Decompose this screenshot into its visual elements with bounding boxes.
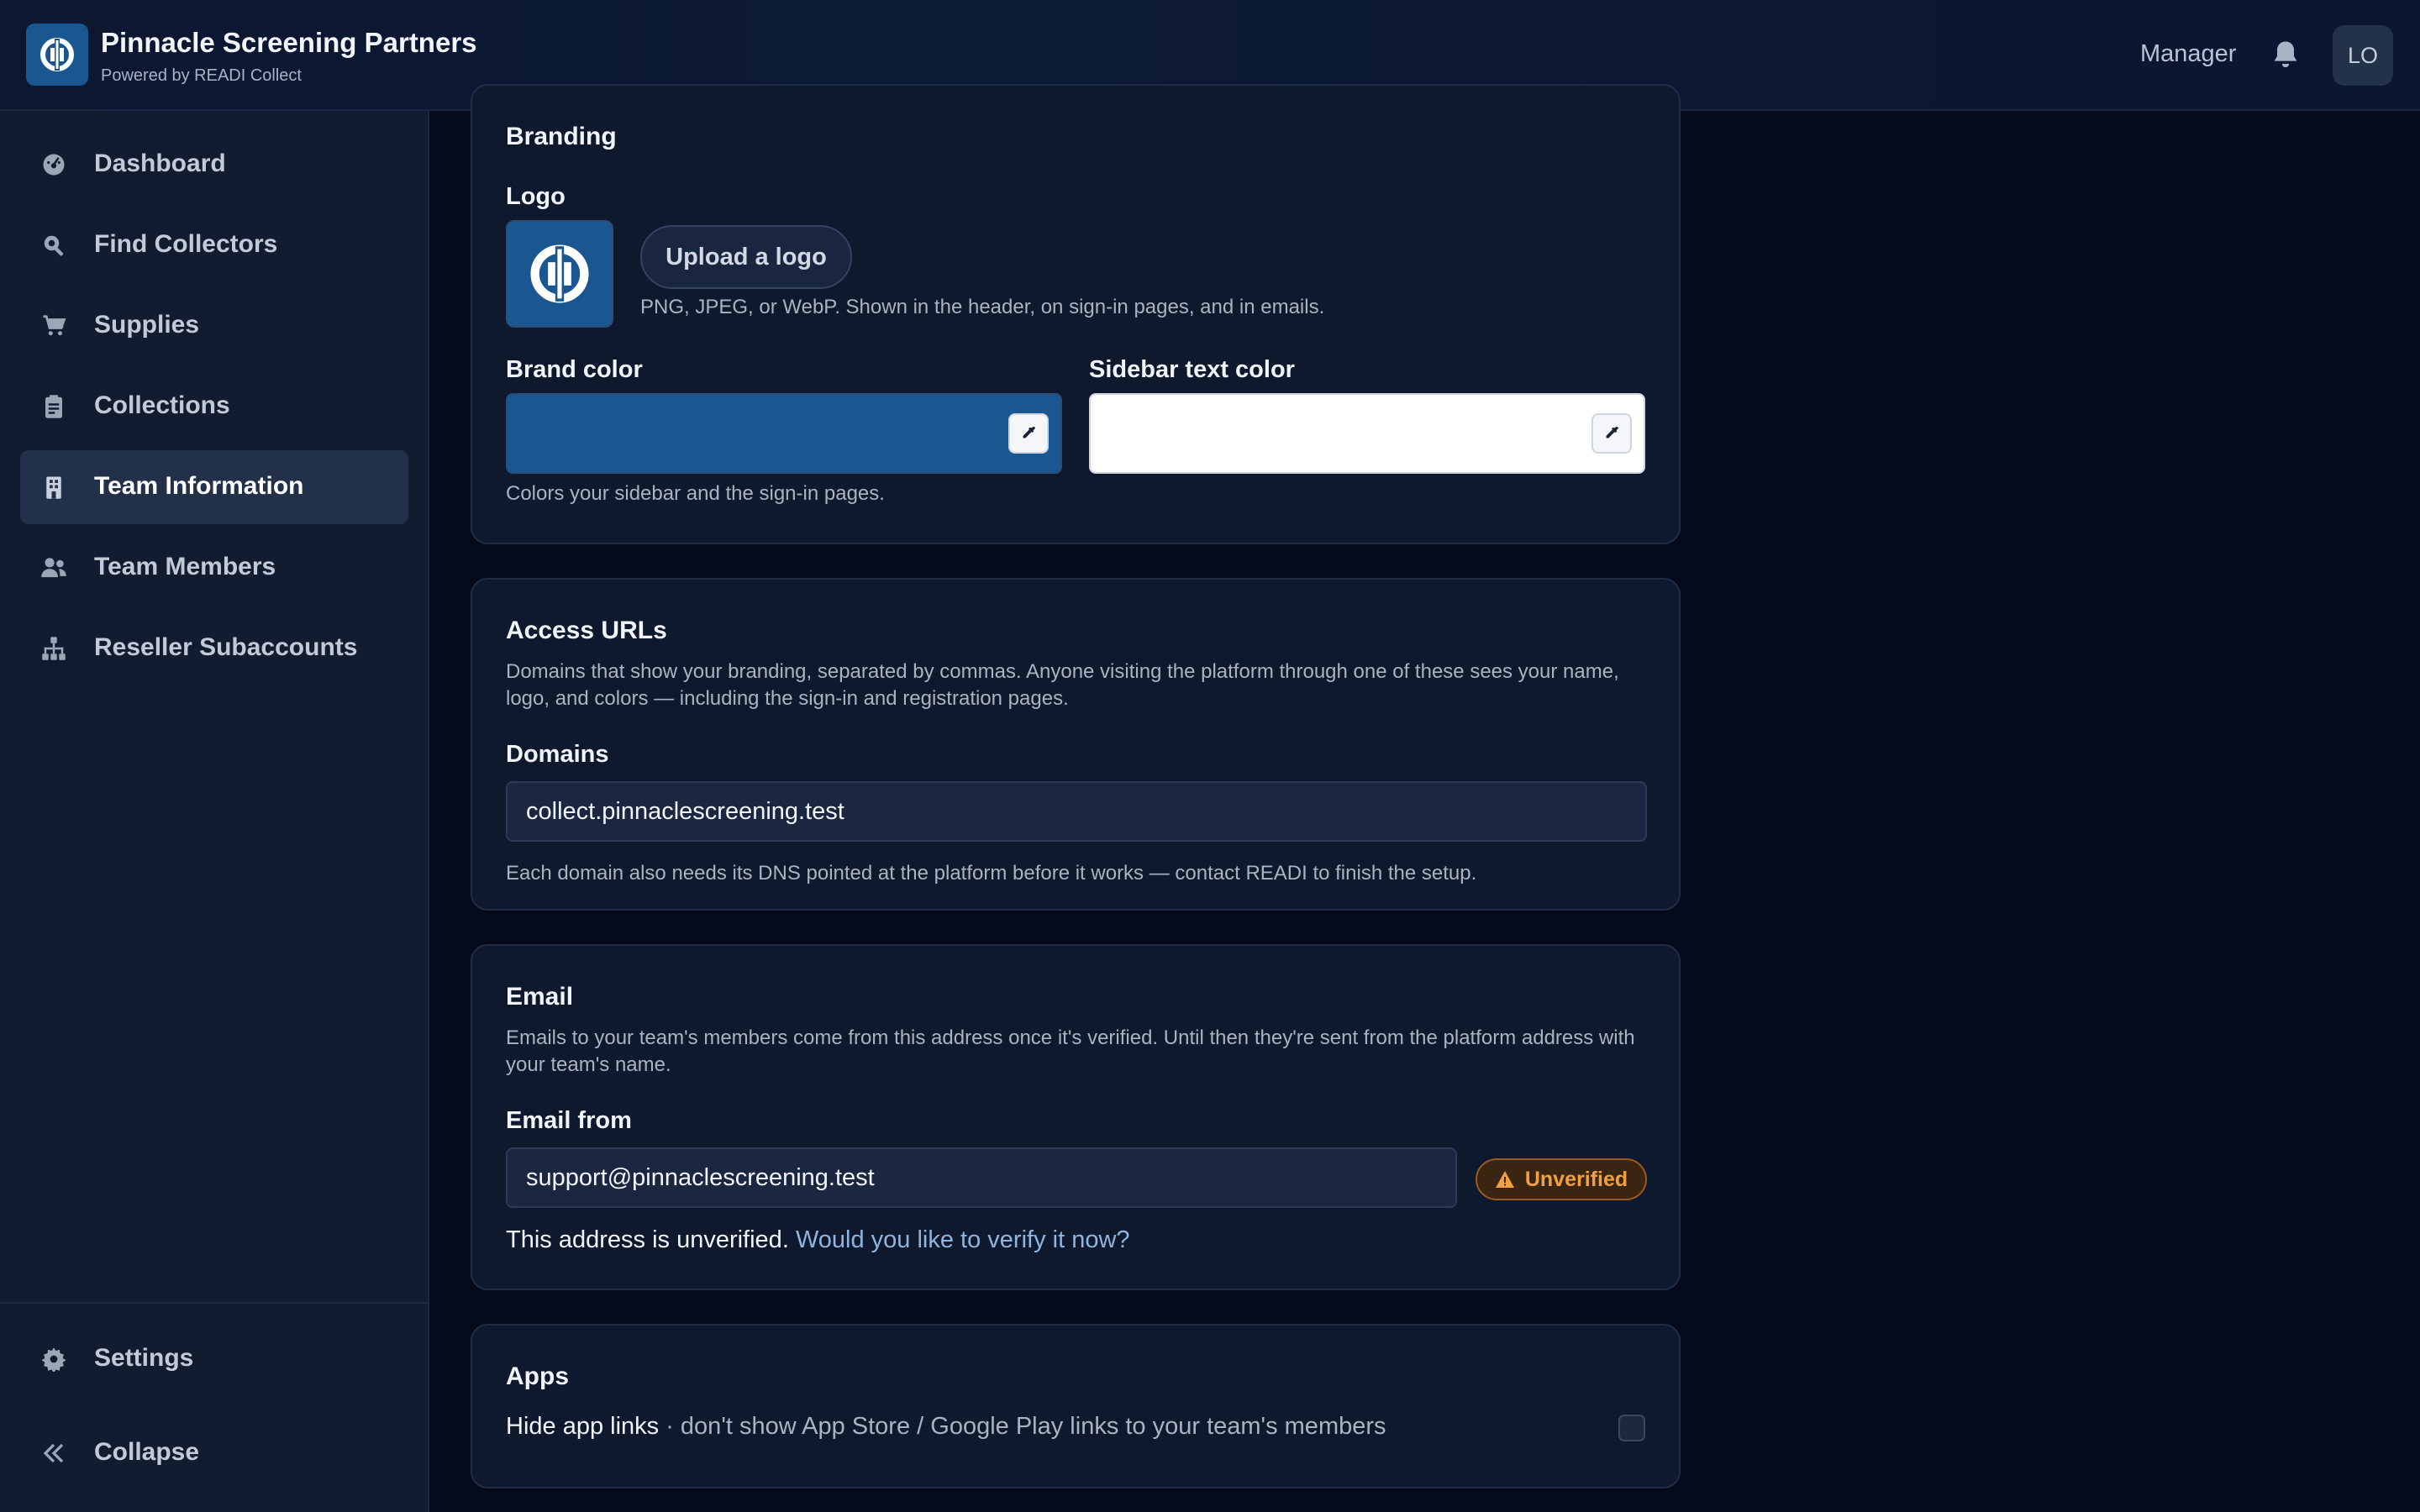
domains-input[interactable]: collect.pinnaclescreening.test — [506, 781, 1647, 842]
sidebar-text-color-field[interactable] — [1089, 393, 1645, 474]
brand-color-field[interactable] — [506, 393, 1062, 474]
email-from-input[interactable]: support@pinnaclescreening.test — [506, 1147, 1457, 1208]
sidebar: Dashboard Find Collectors Supplies Colle… — [0, 111, 429, 1512]
brand-logo[interactable] — [26, 24, 88, 86]
status-badge: Unverified — [1476, 1158, 1647, 1200]
sidebar-item-dashboard[interactable]: Dashboard — [20, 128, 408, 202]
email-description: Emails to your team's members come from … — [506, 1026, 1635, 1076]
gear-icon — [40, 1346, 67, 1373]
sidebar-item-label: Collections — [94, 391, 230, 419]
status-badge-label: Unverified — [1524, 1167, 1628, 1191]
access-urls-title: Access URLs — [506, 617, 667, 644]
avatar[interactable]: LO — [2333, 25, 2393, 86]
search-icon — [40, 232, 67, 259]
branding-card: Branding Logo Upload a logo PNG, JPEG, o… — [471, 84, 1681, 544]
upload-logo-button[interactable]: Upload a logo — [640, 225, 852, 289]
branding-title: Branding — [506, 123, 617, 150]
sidebar-item-label: Team Members — [94, 553, 276, 580]
sidebar-item-find-collectors[interactable]: Find Collectors — [20, 208, 408, 282]
sidebar-item-reseller-subaccounts[interactable]: Reseller Subaccounts — [20, 612, 408, 685]
sidebar-item-label: Team Information — [94, 472, 304, 500]
users-icon — [40, 554, 67, 581]
role-label[interactable]: Manager — [2140, 40, 2236, 68]
app-subtitle: Powered by READI Collect — [101, 66, 302, 85]
access-urls-description: Domains that show your branding, separat… — [506, 660, 1619, 710]
hide-app-links-row: Hide app links · don't show App Store / … — [506, 1413, 1386, 1441]
sidebar-text-color-label: Sidebar text color — [1089, 356, 1295, 383]
sidebar-item-supplies[interactable]: Supplies — [20, 289, 408, 363]
unverified-text: This address is unverified. — [506, 1226, 789, 1253]
clipboard-icon — [40, 393, 67, 420]
hide-app-links-checkbox[interactable] — [1618, 1415, 1645, 1441]
domains-label: Domains — [506, 741, 609, 768]
sidebar-collapse-button[interactable]: Collapse — [20, 1416, 408, 1490]
sidebar-item-settings[interactable]: Settings — [20, 1322, 408, 1396]
double-chevron-left-icon — [40, 1440, 67, 1467]
eyedropper-icon[interactable] — [1008, 413, 1049, 454]
email-title: Email — [506, 983, 574, 1011]
warning-icon — [1495, 1171, 1514, 1188]
cart-icon — [40, 312, 67, 339]
colors-help-text: Colors your sidebar and the sign-in page… — [506, 482, 885, 505]
gauge-icon — [40, 151, 67, 178]
brand-logo-icon — [530, 244, 589, 303]
email-from-label: Email from — [506, 1107, 632, 1134]
sidebar-item-label: Settings — [94, 1344, 194, 1372]
sidebar-item-label: Dashboard — [94, 150, 226, 177]
hide-app-links-description: · don't show App Store / Google Play lin… — [659, 1413, 1386, 1440]
hierarchy-icon — [40, 635, 67, 662]
logo-label: Logo — [506, 183, 566, 210]
apps-title: Apps — [506, 1362, 569, 1390]
building-icon — [40, 474, 67, 501]
logo-help-text: PNG, JPEG, or WebP. Shown in the header,… — [640, 296, 1325, 318]
brand-color-label: Brand color — [506, 356, 643, 383]
dns-help-text: Each domain also needs its DNS pointed a… — [506, 862, 1477, 885]
sidebar-item-team-information[interactable]: Team Information — [20, 450, 408, 524]
sidebar-item-label: Reseller Subaccounts — [94, 633, 358, 661]
eyedropper-icon[interactable] — [1591, 413, 1632, 454]
access-urls-card: Access URLs Domains that show your brand… — [471, 578, 1681, 911]
sidebar-divider — [0, 1302, 428, 1304]
sidebar-item-label: Collapse — [94, 1438, 200, 1466]
apps-card: Apps Hide app links · don't show App Sto… — [471, 1324, 1681, 1488]
app-title: Pinnacle Screening Partners — [101, 27, 477, 58]
sidebar-item-label: Find Collectors — [94, 230, 278, 258]
verify-line: This address is unverified. Would you li… — [506, 1226, 1130, 1254]
sidebar-item-label: Supplies — [94, 311, 200, 339]
verify-now-link[interactable]: Would you like to verify it now? — [796, 1226, 1130, 1253]
logo-preview — [506, 220, 613, 328]
email-card: Email Emails to your team's members come… — [471, 944, 1681, 1290]
bell-icon[interactable] — [2269, 39, 2302, 72]
brand-logo-icon — [40, 38, 74, 71]
sidebar-item-collections[interactable]: Collections — [20, 370, 408, 444]
sidebar-item-team-members[interactable]: Team Members — [20, 531, 408, 605]
hide-app-links-label: Hide app links — [506, 1413, 660, 1440]
